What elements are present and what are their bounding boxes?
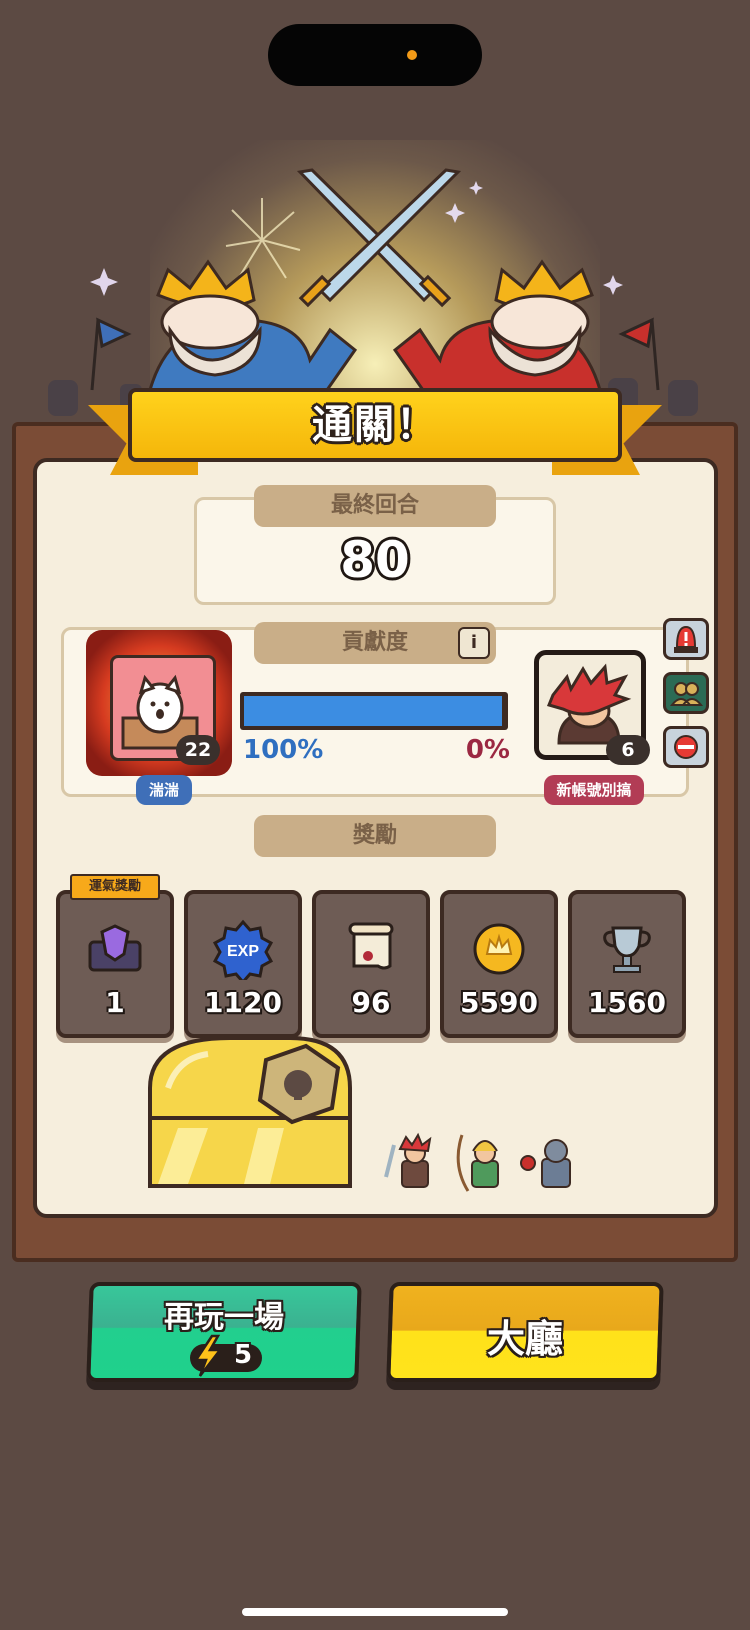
reward-value: 5590: [460, 986, 538, 1019]
player2-percent: 0%: [465, 735, 510, 765]
reward-card-exp[interactable]: EXP 1120: [184, 890, 302, 1038]
home-indicator[interactable]: [242, 1608, 508, 1616]
reward-value: 1: [105, 986, 125, 1019]
reward-card-trophy[interactable]: 1560: [568, 890, 686, 1038]
player1-name: 湍湍: [136, 775, 192, 805]
final-round-value: 80: [340, 531, 410, 589]
treasure-chest-icon[interactable]: [138, 1028, 370, 1196]
scroll-icon: [348, 922, 394, 970]
dynamic-island: [268, 24, 482, 86]
report-button[interactable]: [663, 618, 709, 660]
reward-value: 96: [351, 986, 391, 1019]
hero-party-icons: [384, 1132, 571, 1192]
reward-card-gem[interactable]: 1: [56, 890, 174, 1038]
rewards-label: 獎勵: [254, 815, 496, 857]
victory-title: 通關！: [312, 402, 438, 448]
exp-icon-text: EXP: [227, 943, 259, 960]
luck-bonus-tag: 運氣獎勵: [70, 874, 160, 900]
player1-level-badge: 22: [176, 735, 220, 765]
contribution-bar-fill: [244, 696, 502, 726]
player2-name: 新帳號別搞: [544, 775, 644, 805]
trophy-icon: [603, 926, 651, 973]
reward-value: 1560: [588, 986, 666, 1019]
energy-cost-value: 5: [233, 1340, 253, 1370]
play-again-label: 再玩一場: [164, 1300, 284, 1335]
info-icon[interactable]: i: [458, 627, 490, 659]
lightning-energy-icon: [193, 1334, 223, 1377]
privacy-indicator-dot: [407, 50, 417, 60]
gold-coin-icon: [473, 923, 525, 975]
player2-level-badge: 6: [606, 735, 650, 765]
player1-percent: 100%: [243, 735, 324, 765]
exp-badge-icon: EXP: [212, 919, 274, 980]
reward-value: 1120: [204, 986, 282, 1019]
block-button[interactable]: [663, 726, 709, 768]
reward-card-scroll[interactable]: 96: [312, 890, 430, 1038]
reward-card-gold[interactable]: 5590: [440, 890, 558, 1038]
report-siren-icon: [674, 625, 698, 653]
gem-chest-icon: [88, 924, 142, 972]
lobby-label: 大廳: [486, 1317, 563, 1361]
block-icon: [674, 735, 698, 759]
final-round-label: 最終回合: [254, 485, 496, 527]
add-friend-button[interactable]: [663, 672, 709, 714]
add-friend-icon: [669, 682, 704, 706]
rewards-row: 1 EXP 1120 96 5590 1560: [54, 884, 695, 1044]
